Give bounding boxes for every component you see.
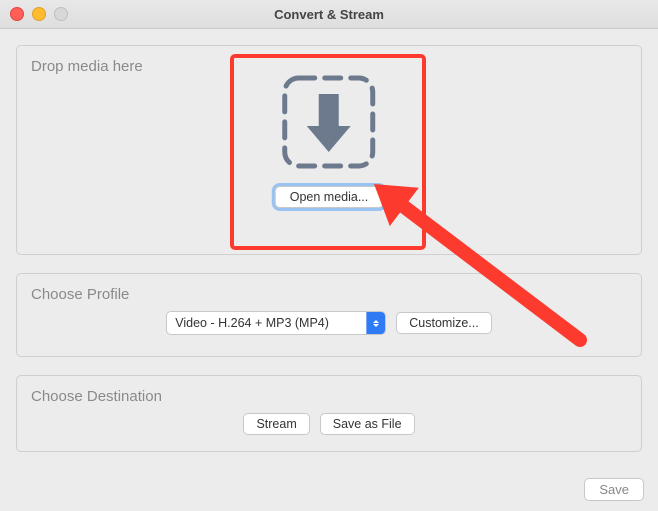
profile-row: Video - H.264 + MP3 (MP4) Customize... <box>31 311 627 335</box>
zoom-icon <box>54 7 68 21</box>
close-icon[interactable] <box>10 7 24 21</box>
destination-panel: Choose Destination Stream Save as File <box>16 375 642 452</box>
minimize-icon[interactable] <box>32 7 46 21</box>
updown-icon <box>366 312 385 334</box>
traffic-lights <box>10 7 68 21</box>
customize-button[interactable]: Customize... <box>396 312 491 334</box>
drop-zone[interactable]: Open media... <box>275 72 384 208</box>
titlebar: Convert & Stream <box>0 0 658 29</box>
destination-panel-title: Choose Destination <box>31 388 627 405</box>
profile-select-value: Video - H.264 + MP3 (MP4) <box>167 316 366 330</box>
save-as-file-button[interactable]: Save as File <box>320 413 415 435</box>
drop-panel: Drop media here Open media... <box>16 45 642 255</box>
window-title: Convert & Stream <box>0 7 658 22</box>
profile-panel-title: Choose Profile <box>31 286 627 303</box>
destination-row: Stream Save as File <box>31 413 627 435</box>
drop-target-icon <box>279 72 379 172</box>
stream-button[interactable]: Stream <box>243 413 309 435</box>
save-button[interactable]: Save <box>584 478 644 501</box>
footer: Save <box>584 478 644 501</box>
profile-panel: Choose Profile Video - H.264 + MP3 (MP4)… <box>16 273 642 357</box>
content-area: Drop media here Open media... Choose Pro… <box>0 29 658 486</box>
open-media-button[interactable]: Open media... <box>275 186 384 208</box>
profile-select[interactable]: Video - H.264 + MP3 (MP4) <box>166 311 386 335</box>
